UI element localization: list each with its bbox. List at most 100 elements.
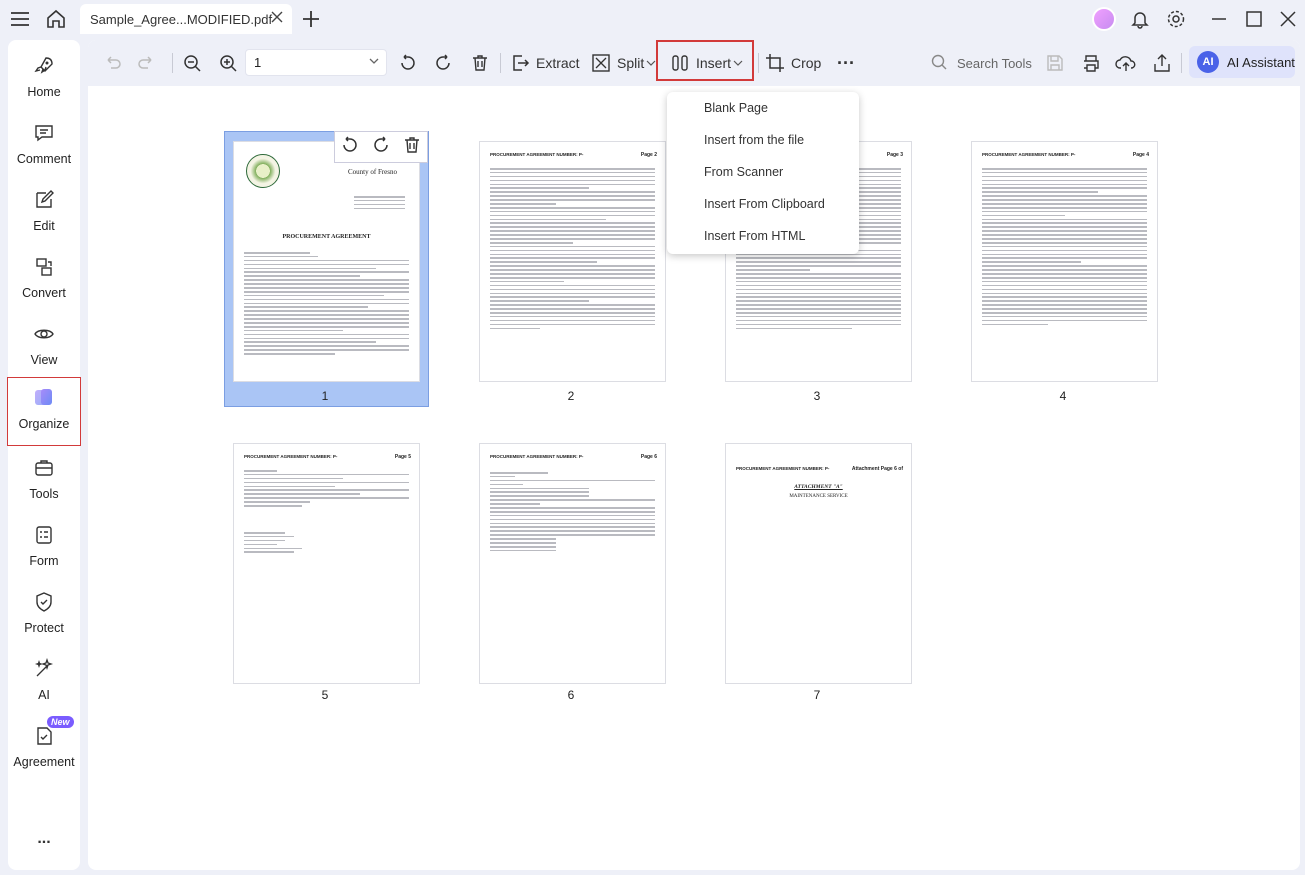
crop-button[interactable]: Crop (764, 49, 821, 77)
page-thumbnail-5[interactable]: PROCUREMENT AGREEMENT NUMBER: P- Page 5 (233, 443, 420, 684)
new-tab-icon[interactable] (299, 7, 323, 31)
share-button[interactable] (1151, 49, 1173, 77)
avatar[interactable] (1092, 7, 1116, 31)
sidebar-item-form[interactable]: Form (8, 515, 80, 575)
more-tools-button[interactable]: ··· (837, 49, 855, 77)
rotate-left-button[interactable] (397, 49, 419, 77)
shield-icon (32, 590, 56, 614)
close-tab-icon[interactable] (270, 10, 284, 27)
sidebar-item-tools[interactable]: Tools (8, 448, 80, 508)
rotate-right-icon[interactable] (371, 135, 391, 160)
zoom-in-button[interactable] (217, 49, 239, 77)
home-icon[interactable] (44, 7, 68, 31)
document-title: PROCUREMENT AGREEMENT (282, 234, 371, 240)
sidebar-item-label: Comment (16, 152, 72, 166)
redo-button[interactable] (135, 49, 157, 77)
document-tab[interactable]: Sample_Agree...MODIFIED.pdf (80, 4, 292, 34)
search-icon (930, 53, 948, 74)
page-number-text: Page 2 (640, 152, 657, 158)
rotate-right-button[interactable] (432, 49, 454, 77)
sidebar-item-ai[interactable]: AI (8, 649, 80, 709)
sidebar-item-label: Tools (29, 487, 59, 501)
sidebar-item-label: AI (38, 688, 50, 702)
page-text-lines (490, 472, 655, 554)
page-thumbnail-7[interactable]: PROCUREMENT AGREEMENT NUMBER: P- Attachm… (725, 443, 912, 684)
sidebar-item-edit[interactable]: Edit (8, 180, 80, 240)
page-number-label: 7 (813, 688, 821, 702)
page-number-text: Page 6 (640, 454, 657, 460)
window-close-icon[interactable] (1276, 7, 1300, 31)
left-sidebar: Home Comment Edit Convert View Organize … (7, 40, 81, 870)
search-tools-input[interactable]: Search Tools (930, 49, 1032, 77)
sidebar-item-agreement[interactable]: New Agreement (8, 716, 80, 776)
share-icon (1151, 52, 1173, 74)
chevron-down-icon (733, 55, 743, 71)
toolbox-icon (32, 456, 56, 480)
menu-item-blank-page[interactable]: Blank Page (704, 101, 768, 115)
page-thumbnail-4[interactable]: PROCUREMENT AGREEMENT NUMBER: P- Page 4 (971, 141, 1158, 382)
toolbar-divider (758, 53, 759, 73)
page-text-lines (354, 196, 405, 212)
sidebar-item-home[interactable]: Home (8, 46, 80, 106)
page-thumbnail-toolbar (334, 131, 428, 163)
zoom-out-button[interactable] (181, 49, 203, 77)
trash-icon[interactable] (402, 135, 422, 160)
undo-button[interactable] (102, 49, 124, 77)
page-thumbnail-2[interactable]: PROCUREMENT AGREEMENT NUMBER: P- Page 2 (479, 141, 666, 382)
menu-item-insert-from-file[interactable]: Insert from the file (704, 133, 804, 147)
page-header: PROCUREMENT AGREEMENT NUMBER: P- (982, 152, 1076, 157)
save-button[interactable] (1044, 49, 1066, 77)
split-button[interactable]: Split (590, 49, 656, 77)
page-header: PROCUREMENT AGREEMENT NUMBER: P- (490, 454, 584, 459)
sidebar-item-label: Edit (33, 219, 55, 233)
sidebar-item-label: Form (29, 554, 59, 568)
page-number-label: 3 (813, 389, 821, 403)
sidebar-item-protect[interactable]: Protect (8, 582, 80, 642)
rotate-right-icon (432, 52, 454, 74)
county-heading: County of Fresno (348, 168, 397, 176)
bell-icon[interactable] (1128, 7, 1152, 31)
zoom-in-icon (217, 52, 239, 74)
menu-item-from-scanner[interactable]: From Scanner (704, 165, 783, 179)
page-number-text: Page 4 (1132, 152, 1149, 158)
page-number-select[interactable]: 1 (245, 49, 387, 76)
attachment-title: ATTACHMENT "A" (794, 484, 843, 490)
sidebar-item-label: Convert (22, 286, 66, 300)
more-options-button[interactable]: ... (8, 830, 80, 848)
menu-item-insert-from-html[interactable]: Insert From HTML (704, 229, 805, 243)
print-button[interactable] (1080, 49, 1102, 77)
hamburger-menu-icon[interactable] (8, 7, 32, 31)
sidebar-item-convert[interactable]: Convert (8, 247, 80, 307)
convert-icon (32, 255, 56, 279)
page-text-lines (982, 168, 1147, 328)
extract-label: Extract (536, 55, 580, 71)
new-badge: New (47, 716, 74, 728)
page-text-lines (490, 168, 655, 331)
extract-button[interactable]: Extract (509, 49, 580, 77)
sidebar-item-comment[interactable]: Comment (8, 113, 80, 173)
cloud-upload-button[interactable] (1115, 49, 1137, 77)
page-text-lines (244, 532, 409, 555)
rotate-left-icon[interactable] (340, 135, 360, 160)
sidebar-item-organize[interactable]: Organize (7, 377, 81, 446)
edit-icon (32, 188, 56, 212)
maximize-icon[interactable] (1242, 7, 1266, 31)
menu-item-insert-from-clipboard[interactable]: Insert From Clipboard (704, 197, 825, 211)
page-number-value: 1 (254, 55, 262, 70)
insert-icon (669, 52, 691, 74)
sidebar-item-view[interactable]: View (8, 314, 80, 374)
sidebar-item-label: Organize (18, 417, 70, 431)
toolbar: 1 Extract Split Insert Crop ··· Search T… (88, 40, 1300, 86)
organize-icon (32, 386, 56, 410)
main-panel: 1 Extract Split Insert Crop ··· Search T… (88, 40, 1300, 870)
insert-label: Insert (696, 55, 732, 71)
delete-button[interactable] (469, 49, 491, 77)
sidebar-item-label: Protect (24, 621, 64, 635)
minimize-icon[interactable] (1207, 7, 1231, 31)
ai-assistant-button[interactable]: AI AI Assistant (1189, 46, 1295, 78)
page-thumbnail-1[interactable]: County of Fresno PROCUREMENT AGREEMENT (233, 141, 420, 382)
page-thumbnail-6[interactable]: PROCUREMENT AGREEMENT NUMBER: P- Page 6 (479, 443, 666, 684)
gear-icon[interactable] (1164, 7, 1188, 31)
redo-icon (135, 52, 157, 74)
insert-button[interactable]: Insert (669, 49, 743, 77)
